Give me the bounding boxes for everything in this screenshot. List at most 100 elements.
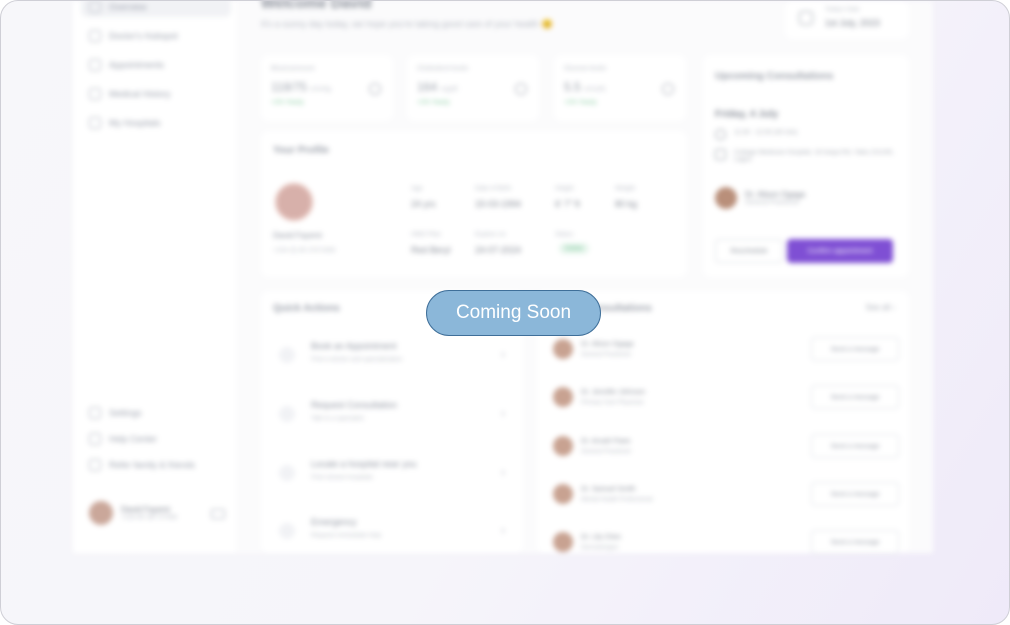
profile-id: +234 (0) 80 378 5456 [273, 247, 336, 254]
profile-key: Expires on [475, 231, 506, 238]
quick-action-title: Book an Appointment [311, 341, 397, 351]
chevron-right-icon: › [501, 465, 505, 479]
sidebar-item-label: Appointments [109, 60, 165, 70]
stat-card-cholesterol: Cholesterol levels 164 mg/dl +2% Yearly [407, 55, 539, 121]
status-badge: Active [559, 243, 589, 254]
megaphone-icon [279, 523, 295, 539]
list-item: Dr. Lily Chen Dermatologist Send a messa… [549, 528, 899, 558]
delta-sub: Yearly [285, 99, 304, 106]
sidebar: Overview Doctor's Hubspot Appointments M… [73, 1, 236, 553]
doctor-role: Dermatologist [581, 545, 619, 551]
list-item: Dr. Alison Ogaga General Practioner Send… [549, 335, 899, 365]
delta-value: +2% [564, 99, 578, 106]
stat-delta: +2% Yearly [564, 99, 597, 106]
sidebar-item-medical-history[interactable]: Medical History [89, 88, 171, 100]
quick-action-consult[interactable]: Request Consultation Talk to a specialis… [271, 394, 511, 440]
doctor-name: Dr. Alison Ogaga [581, 341, 634, 348]
date-card: Today's Date 1st July, 2023 [785, 1, 909, 39]
clock-icon [715, 129, 726, 140]
doctor-name: Dr. Lily Chen [581, 534, 622, 541]
sidebar-item-help[interactable]: Help Center [89, 433, 157, 445]
profile-value: 15-03-1994 [475, 199, 522, 209]
delta-value: +2% [271, 99, 285, 106]
list-item: Dr. Ansah Paws General Practioner Send a… [549, 432, 899, 462]
calendar-icon [715, 149, 726, 160]
file-icon [89, 88, 101, 100]
send-message-button[interactable]: Send a message [811, 482, 899, 506]
coming-soon-badge: Coming Soon [426, 290, 601, 336]
send-message-button[interactable]: Send a message [811, 434, 899, 458]
avatar [89, 501, 113, 525]
stat-label: Glucose levels [564, 65, 607, 72]
doctor-avatar [715, 187, 737, 209]
location-pin-icon [279, 465, 295, 481]
date-value: 1st July, 2023 [825, 18, 880, 28]
sidebar-item-doctors[interactable]: Doctor's Hubspot [89, 30, 178, 42]
doctor-name: Dr. Jennifer Johnson [581, 389, 646, 396]
logout-icon[interactable] [211, 509, 225, 519]
stat-unit: mmol/L [584, 86, 607, 93]
user-phone: +234 80 387 57456 [121, 514, 178, 521]
send-message-button[interactable]: Send a message [811, 337, 899, 361]
profile-value: Red Beryl [411, 245, 451, 255]
date-label: Today's Date [825, 7, 860, 13]
quick-action-sub: Find a doctor and specialization [311, 356, 403, 363]
send-message-button[interactable]: Send a message [811, 385, 899, 409]
reschedule-button[interactable]: Reschedule [715, 239, 783, 263]
quick-action-locate[interactable]: Locate a hospital near you Find closest … [271, 453, 511, 499]
profile-name: David Fayemi [273, 231, 322, 240]
sidebar-item-label: Overview [109, 2, 147, 12]
upcoming-time: 11:30 - 12:00 (30 min) [734, 129, 798, 136]
stat-unit: mmHg [310, 86, 331, 93]
profile-avatar [275, 183, 313, 221]
calendar-icon [799, 11, 813, 25]
stat-label: Cholesterol levels [417, 65, 469, 72]
doctor-role: General Practioner [745, 199, 800, 206]
sidebar-user[interactable]: David Fayemi +234 80 387 57456 [89, 501, 177, 525]
upcoming-location-row: Cottage Medicare Hospital, 18 Iwaya Rd, … [715, 149, 895, 163]
stat-value: 5.5 mmol/L [564, 80, 607, 94]
sidebar-item-overview[interactable]: Overview [89, 1, 147, 13]
avatar [553, 484, 573, 504]
heart-icon [369, 83, 381, 95]
quick-action-book[interactable]: Book an Appointment Find a doctor and sp… [271, 335, 511, 381]
profile-key: Age [411, 185, 423, 192]
sidebar-item-label: Refer family & friends [109, 460, 196, 470]
quick-action-title: Locate a hospital near you [311, 459, 417, 469]
doctor-role: Mental Health Professional [581, 497, 653, 503]
page-subtitle: It's a sunny day today, we hope you're t… [261, 19, 553, 29]
see-all-link[interactable]: See all › [866, 303, 895, 312]
doctor-name: Dr. Ansah Paws [581, 438, 631, 445]
doctor-role: General Practioner [581, 352, 632, 358]
sidebar-item-label: Help Center [109, 434, 158, 444]
sidebar-item-label: Medical History [109, 89, 171, 99]
avatar [553, 339, 573, 359]
sidebar-item-refer[interactable]: Refer family & friends [89, 459, 195, 471]
sidebar-item-hospitals[interactable]: My Hospitals [89, 117, 161, 129]
quick-action-sub: Find closest hospitals [311, 474, 374, 481]
confirm-appointment-button[interactable]: Confirm appointment [787, 239, 893, 263]
sidebar-item-appointments[interactable]: Appointments [89, 59, 164, 71]
profile-value: 6' 7" ft [555, 199, 580, 209]
delta-sub: Yearly [431, 99, 450, 106]
avatar [553, 436, 573, 456]
send-message-button[interactable]: Send a message [811, 530, 899, 554]
quick-action-sub: Talk to a specialist [311, 415, 364, 422]
profile-key: Height [555, 185, 574, 192]
gift-icon [89, 459, 101, 471]
page-title: Welcome David [261, 0, 372, 12]
user-name: David Fayemi [121, 505, 170, 514]
hospital-icon [89, 117, 101, 129]
quick-action-emergency[interactable]: Emergency Request immediate help › [271, 511, 511, 557]
stat-number: 118/75 [271, 80, 307, 94]
avatar [553, 532, 573, 552]
stat-value: 118/75 mmHg [271, 80, 331, 94]
gear-icon [89, 407, 101, 419]
sidebar-item-settings[interactable]: Settings [89, 407, 142, 419]
doctor-icon [89, 30, 101, 42]
calendar-icon [89, 59, 101, 71]
doctor-role: General Practioner [581, 449, 632, 455]
see-all-label: See all [865, 303, 891, 312]
screen-frame: Overview Doctor's Hubspot Appointments M… [0, 0, 1010, 625]
sidebar-item-label: Doctor's Hubspot [109, 31, 178, 41]
